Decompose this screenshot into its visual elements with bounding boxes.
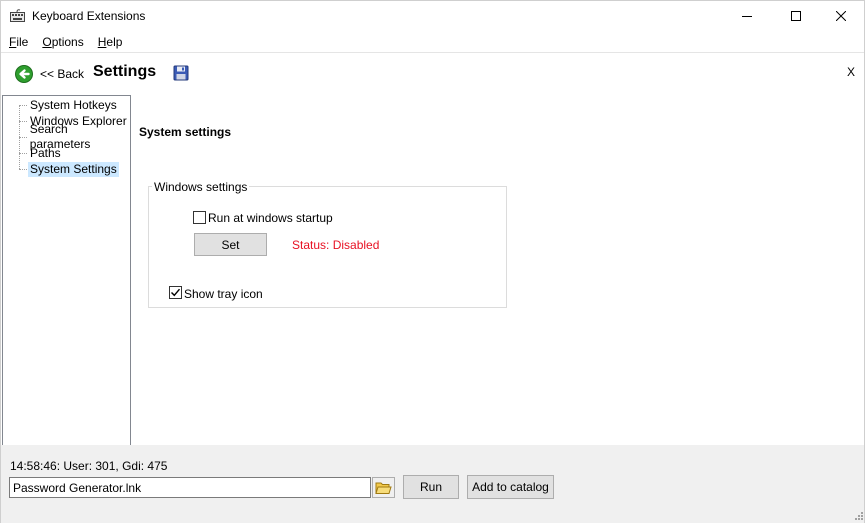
back-link[interactable]: << Back (40, 67, 84, 81)
run-at-startup-checkbox[interactable] (193, 211, 206, 224)
app-window: Keyboard Extensions File Options Help <<… (0, 0, 865, 523)
resize-grip-icon[interactable] (852, 511, 864, 523)
close-settings-button[interactable]: X (847, 65, 855, 79)
tree-branch-line (19, 136, 27, 138)
group-title: Windows settings (152, 180, 250, 194)
back-arrow-icon[interactable] (15, 65, 33, 83)
menu-help[interactable]: Help (91, 32, 130, 52)
menu-bar: File Options Help (1, 32, 864, 52)
keyboard-icon (10, 9, 25, 22)
tree-item-label: Paths (30, 145, 61, 160)
run-at-startup-label[interactable]: Run at windows startup (208, 211, 333, 225)
tree-item-search-parameters[interactable]: Search parameters (19, 122, 130, 151)
status-text: Status: Disabled (292, 238, 380, 252)
set-button[interactable]: Set (194, 233, 267, 256)
tree-branch-line (19, 168, 27, 170)
resource-stats: 14:58:46: User: 301, Gdi: 475 (10, 459, 168, 473)
settings-tree[interactable]: System Hotkeys Windows Explorer Search p… (2, 95, 131, 446)
menu-options-rest: ptions (51, 35, 84, 49)
maximize-icon (791, 11, 801, 21)
tree-branch-line (19, 104, 27, 106)
tree-item-system-hotkeys[interactable]: System Hotkeys (19, 97, 119, 113)
command-input[interactable] (9, 477, 371, 498)
menu-file[interactable]: File (1, 32, 35, 52)
browse-button[interactable] (372, 477, 395, 498)
close-window-button[interactable] (818, 1, 864, 31)
add-to-catalog-button[interactable]: Add to catalog (467, 475, 554, 499)
tree-branch-line (19, 152, 27, 154)
tree-item-label: System Hotkeys (30, 97, 117, 112)
tree-item-label: System Settings (28, 161, 119, 177)
tree-branch-line (19, 120, 27, 122)
page-title: Settings (93, 63, 157, 80)
floppy-disk-icon[interactable] (173, 65, 189, 81)
tree-item-system-settings[interactable]: System Settings (19, 161, 119, 177)
menu-help-rest: elp (106, 35, 123, 49)
maximize-button[interactable] (773, 1, 819, 31)
minimize-icon (742, 16, 752, 17)
checkmark-icon (171, 288, 181, 297)
menu-file-rest: ile (16, 35, 29, 49)
menu-options[interactable]: Options (35, 32, 90, 52)
show-tray-icon-label[interactable]: Show tray icon (184, 287, 263, 301)
minimize-button[interactable] (724, 1, 770, 31)
close-icon (836, 11, 846, 21)
menu-options-accel: O (42, 35, 52, 49)
open-folder-icon (375, 482, 392, 494)
show-tray-icon-checkbox[interactable] (169, 286, 182, 299)
run-button[interactable]: Run (403, 475, 459, 499)
tree-item-paths[interactable]: Paths (19, 145, 63, 161)
menu-separator (1, 52, 864, 53)
section-title: System settings (139, 125, 232, 139)
window-title: Keyboard Extensions (32, 9, 146, 23)
title-bar[interactable]: Keyboard Extensions (1, 1, 864, 31)
